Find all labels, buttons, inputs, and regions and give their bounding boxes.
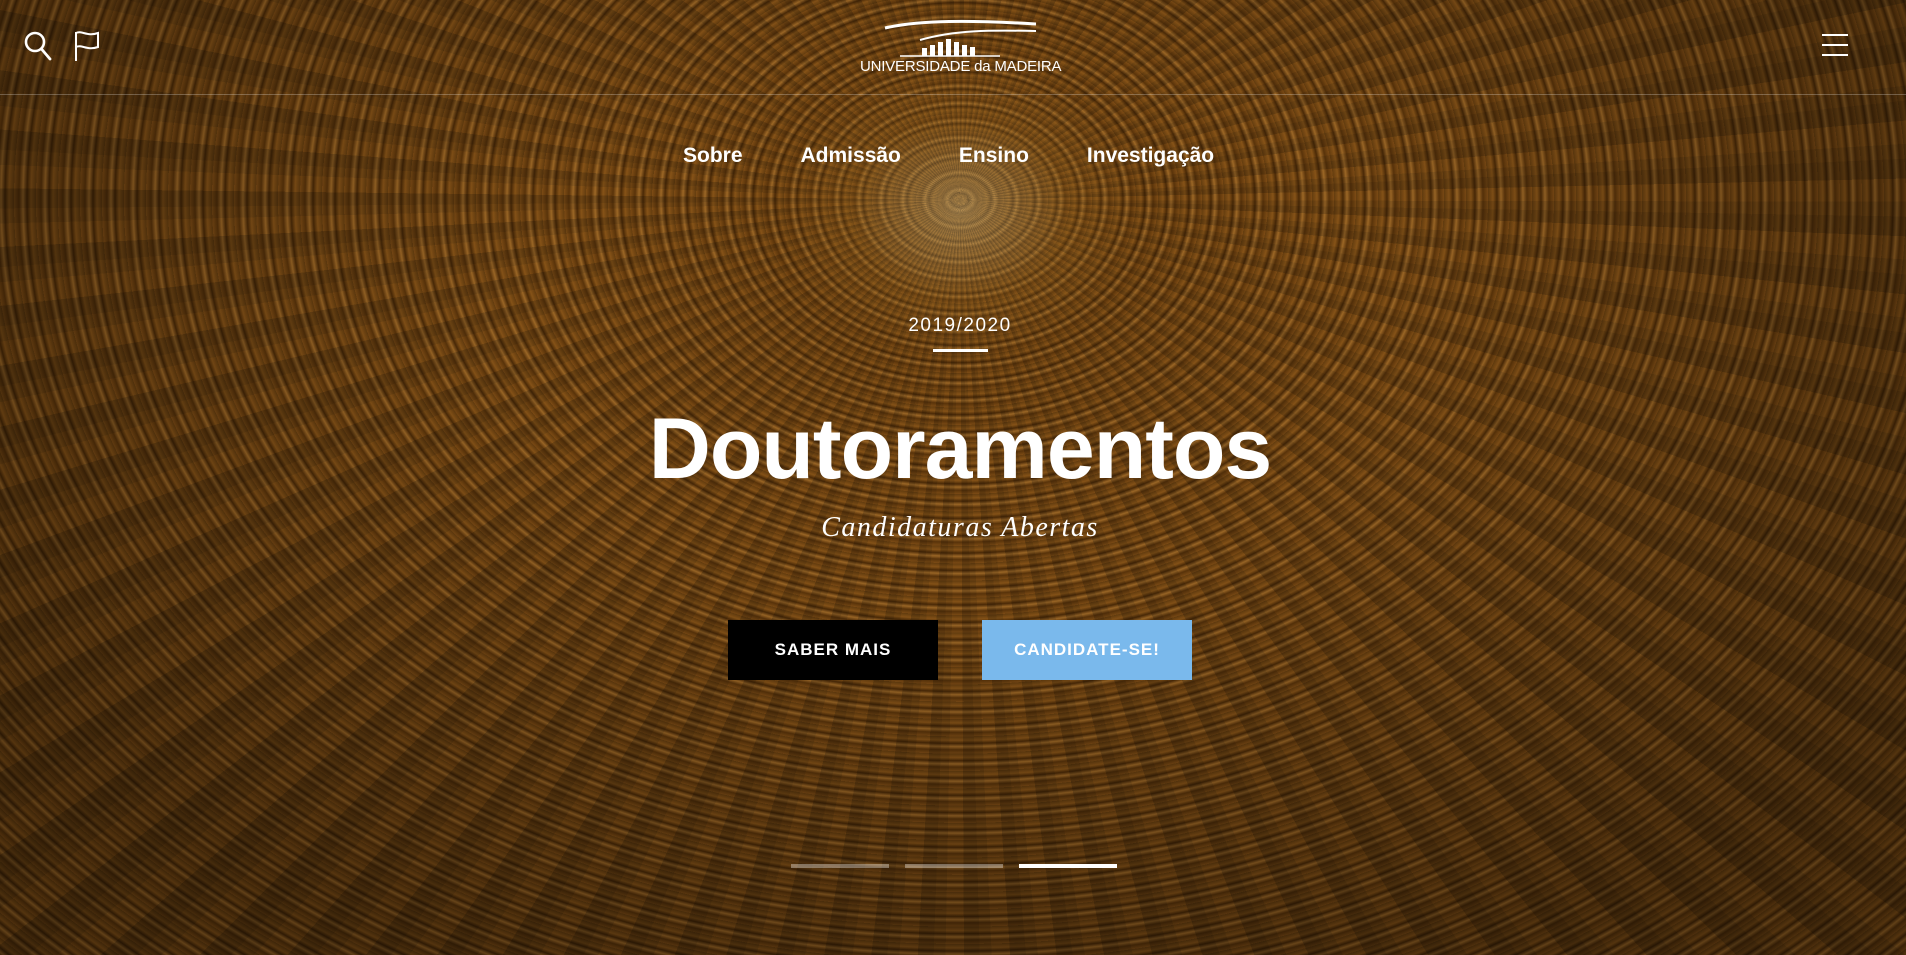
nav-item-investigacao[interactable]: Investigação [1058, 140, 1243, 172]
university-logo[interactable]: UNIVERSIDADE da MADEIRA [860, 18, 1062, 78]
flag-icon[interactable] [72, 28, 104, 64]
apply-button[interactable]: CANDIDATE-SE! [982, 620, 1192, 680]
logo-text: UNIVERSIDADE da MADEIRA [860, 58, 1062, 75]
hero-title: Doutoramentos [648, 401, 1272, 497]
main-nav: Sobre Admissão Ensino Investigação [654, 140, 1243, 172]
top-bar: UNIVERSIDADE da MADEIRA [0, 0, 1906, 95]
slide-dot-1[interactable] [791, 864, 889, 868]
year-underline [933, 349, 988, 352]
learn-more-button[interactable]: SABER MAIS [728, 620, 938, 680]
nav-item-sobre[interactable]: Sobre [654, 140, 772, 172]
slide-dot-2[interactable] [905, 864, 1003, 868]
search-icon[interactable] [22, 28, 54, 64]
nav-item-ensino[interactable]: Ensino [930, 140, 1058, 172]
slide-dot-3[interactable] [1019, 864, 1117, 868]
nav-item-admissao[interactable]: Admissão [772, 140, 930, 172]
hero-banner: UNIVERSIDADE da MADEIRA Sobre Admissão E… [0, 0, 1906, 955]
academic-year: 2019/2020 [908, 315, 1012, 336]
slider-dots [791, 864, 1117, 868]
hero-subtitle: Candidaturas Abertas [821, 512, 1099, 543]
logo-mark-icon [884, 19, 1037, 57]
hamburger-menu-icon[interactable] [1820, 32, 1850, 58]
